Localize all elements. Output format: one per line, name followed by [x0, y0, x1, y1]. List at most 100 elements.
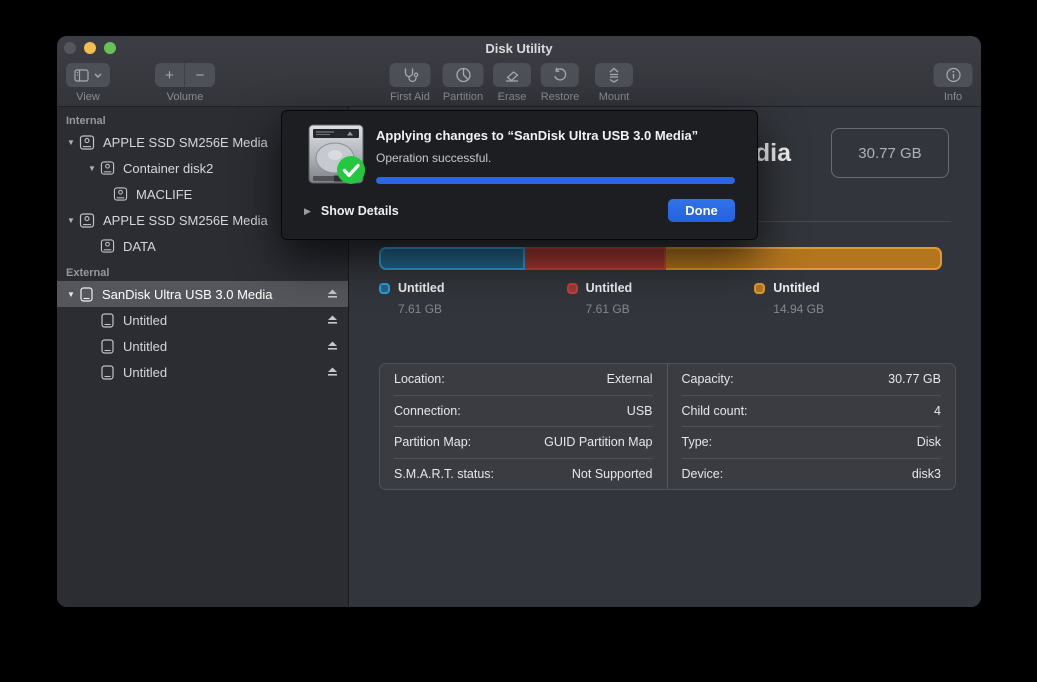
disclosure-triangle-icon[interactable]: ▼: [84, 164, 100, 173]
sidebar-item-label: APPLE SSD SM256E Media: [103, 213, 268, 228]
row-value: Disk: [917, 435, 941, 449]
legend-name: Untitled: [773, 281, 820, 295]
row-label: S.M.A.R.T. status:: [394, 467, 494, 481]
erase-label: Erase: [498, 91, 527, 103]
restore-arrow-icon-button[interactable]: [541, 63, 579, 87]
disclosure-triangle-icon[interactable]: ▼: [63, 216, 79, 225]
restore-label: Restore: [541, 91, 580, 103]
internal-disk-icon: [100, 161, 115, 175]
external-disk-icon: [79, 287, 94, 302]
row-value: External: [607, 372, 653, 386]
info-button[interactable]: [934, 63, 973, 87]
legend-item: Untitled 7.61 GB: [567, 281, 755, 316]
sidebar-item-label: DATA: [123, 239, 156, 254]
eject-icon[interactable]: [327, 289, 338, 299]
sidebar-item-untitled-2[interactable]: Untitled: [57, 333, 348, 359]
row-label: Device:: [682, 467, 724, 481]
sidebar-item-label: Untitled: [123, 365, 167, 380]
dialog-message: Operation successful.: [376, 151, 491, 165]
partition-segment: [666, 247, 942, 270]
legend-swatch: [379, 283, 390, 294]
legend-name: Untitled: [586, 281, 633, 295]
legend-name: Untitled: [398, 281, 445, 295]
partition-legend: Untitled 7.61 GB Untitled 7.61 GB Untitl…: [379, 281, 942, 316]
progress-dialog: Applying changes to “SanDisk Ultra USB 3…: [281, 110, 758, 240]
disclosure-triangle-icon[interactable]: ▼: [63, 290, 79, 299]
sidebar-item-label: SanDisk Ultra USB 3.0 Media: [102, 287, 273, 302]
chevron-down-icon: [94, 73, 102, 78]
sidebar-item-label: MACLIFE: [136, 187, 192, 202]
table-row: Partition Map: GUID Partition Map: [394, 427, 653, 459]
toolbar-first-aid: First Aid: [390, 63, 431, 103]
partition-button[interactable]: [443, 63, 484, 87]
table-row: Capacity: 30.77 GB: [682, 364, 942, 396]
eject-icon[interactable]: [327, 341, 338, 351]
disk-utility-window: Disk Utility View + − Volume: [57, 36, 981, 607]
first-aid-button[interactable]: [390, 63, 431, 87]
toolbar-info: Info: [934, 63, 973, 103]
success-badge: [337, 156, 365, 184]
erase-button[interactable]: [493, 63, 531, 87]
row-value: GUID Partition Map: [544, 435, 652, 449]
row-value: disk3: [912, 467, 941, 481]
hard-drive-icon: [304, 122, 368, 188]
mount-label: Mount: [599, 91, 630, 103]
window-title: Disk Utility: [57, 41, 981, 56]
mount-icon: [608, 67, 620, 83]
row-label: Capacity:: [682, 372, 734, 386]
show-details-toggle[interactable]: ▶ Show Details: [304, 204, 399, 218]
sidebar-item-untitled-1[interactable]: Untitled: [57, 307, 348, 333]
disclosure-triangle-icon[interactable]: ▼: [63, 138, 79, 147]
view-button[interactable]: [66, 63, 110, 87]
legend-size: 14.94 GB: [773, 302, 942, 316]
legend-swatch: [754, 283, 765, 294]
row-label: Type:: [682, 435, 713, 449]
row-label: Location:: [394, 372, 445, 386]
volume-segmented-button: + −: [155, 63, 215, 87]
legend-swatch: [567, 283, 578, 294]
sidebar-item-sandisk[interactable]: ▼ SanDisk Ultra USB 3.0 Media: [57, 281, 348, 307]
legend-item: Untitled 14.94 GB: [754, 281, 942, 316]
info-icon: [945, 67, 961, 83]
eject-icon[interactable]: [327, 367, 338, 377]
volume-icon: [100, 239, 115, 253]
eject-icon[interactable]: [327, 315, 338, 325]
toolbar-restore: Restore: [541, 63, 580, 103]
info-table: Location: External Connection: USB Parti…: [379, 363, 956, 490]
row-value: 30.77 GB: [888, 372, 941, 386]
capacity-badge: 30.77 GB: [831, 128, 949, 178]
row-value: Not Supported: [572, 467, 653, 481]
row-value: 4: [934, 404, 941, 418]
restore-undo-icon: [552, 67, 568, 83]
legend-size: 7.61 GB: [586, 302, 755, 316]
external-volume-icon: [100, 313, 115, 328]
stethoscope-icon: [402, 67, 419, 83]
sidebar-section-external: External: [66, 267, 348, 279]
table-row: Child count: 4: [682, 396, 942, 428]
partition-segment: [379, 247, 525, 270]
toolbar-volume: + − Volume: [155, 63, 215, 103]
progress-fill: [376, 177, 735, 184]
mount-button[interactable]: [595, 63, 633, 87]
eraser-icon: [504, 67, 520, 83]
volume-label: Volume: [167, 91, 204, 103]
external-volume-icon: [100, 365, 115, 380]
external-volume-icon: [100, 339, 115, 354]
show-details-label: Show Details: [321, 204, 399, 218]
partition-label: Partition: [443, 91, 483, 103]
add-volume-button[interactable]: +: [155, 63, 185, 87]
row-label: Connection:: [394, 404, 461, 418]
remove-volume-button[interactable]: −: [185, 63, 215, 87]
table-row: Connection: USB: [394, 396, 653, 428]
toolbar-partition: Partition: [443, 63, 484, 103]
volume-icon: [113, 187, 128, 201]
row-label: Partition Map:: [394, 435, 471, 449]
first-aid-label: First Aid: [390, 91, 430, 103]
done-button[interactable]: Done: [668, 199, 735, 222]
sidebar-item-untitled-3[interactable]: Untitled: [57, 359, 348, 385]
info-label: Info: [944, 91, 962, 103]
internal-disk-icon: [79, 213, 95, 228]
sidebar-item-label: Container disk2: [123, 161, 213, 176]
partition-segment: [525, 247, 666, 270]
partition-bar: [379, 247, 942, 270]
